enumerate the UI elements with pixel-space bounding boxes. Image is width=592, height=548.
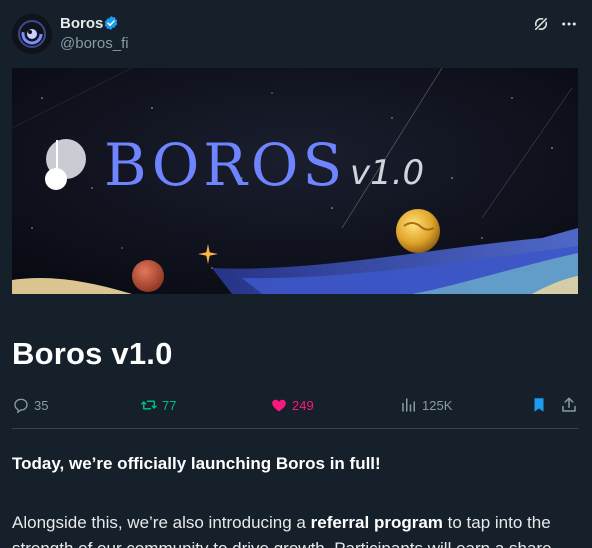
- paragraph-text-1: Alongside this, we’re also introducing a: [12, 513, 311, 532]
- repost-button[interactable]: 77: [140, 394, 176, 416]
- view-count: 125K: [422, 397, 453, 413]
- bookmark-filled-icon: [534, 398, 544, 412]
- author-handle[interactable]: @boros_fi: [60, 35, 129, 52]
- banner-title: BOROS: [104, 131, 346, 199]
- banner-version: v1.0: [350, 153, 424, 193]
- paragraph-bold-referral: referral program: [310, 513, 443, 532]
- verified-badge-icon: [104, 16, 118, 30]
- reply-icon: [14, 398, 28, 414]
- article-intro: Today, we’re officially launching Boros …: [12, 454, 381, 473]
- views-button[interactable]: 125K: [400, 394, 452, 416]
- avatar[interactable]: [12, 14, 52, 54]
- like-count: 249: [292, 397, 314, 413]
- like-button[interactable]: 249: [270, 394, 314, 416]
- boros-logo-icon: [12, 14, 52, 54]
- heart-filled-icon: [272, 399, 286, 412]
- more-options-icon[interactable]: [560, 15, 578, 33]
- analytics-icon: [402, 398, 415, 412]
- repost-count: 77: [162, 397, 177, 413]
- article-title[interactable]: Boros v1.0: [12, 336, 173, 372]
- reply-button[interactable]: 35: [12, 394, 48, 416]
- article-banner-image[interactable]: BOROS v1.0: [12, 68, 578, 294]
- article-paragraph: Alongside this, we’re also introducing a…: [12, 510, 582, 548]
- reply-count: 35: [34, 397, 49, 413]
- repost-icon: [141, 400, 157, 410]
- bookmark-button[interactable]: [530, 394, 548, 416]
- share-icon: [562, 397, 576, 412]
- tweet-header: Boros @boros_fi: [12, 14, 580, 54]
- divider: [12, 428, 578, 429]
- share-button[interactable]: [560, 394, 578, 416]
- grok-icon[interactable]: [532, 15, 550, 33]
- author-name[interactable]: Boros: [60, 15, 103, 32]
- tweet-actions-bar: 35 77 249 125K: [12, 394, 578, 416]
